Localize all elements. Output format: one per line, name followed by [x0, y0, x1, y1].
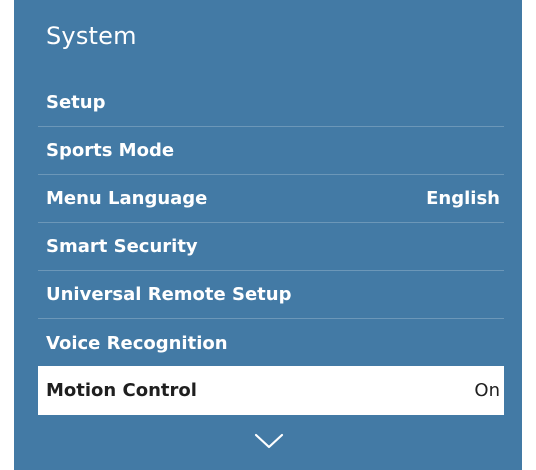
menu-item-label: Motion Control	[46, 380, 197, 401]
system-menu-panel: System Setup Sports Mode Menu Language E…	[14, 0, 522, 470]
menu-item-label: Universal Remote Setup	[46, 284, 292, 305]
menu-language-value: English	[426, 188, 500, 209]
menu-item-menu-language[interactable]: Menu Language English	[38, 175, 504, 223]
panel-title: System	[46, 22, 137, 50]
menu-item-label: Voice Recognition	[46, 332, 228, 354]
settings-menu: Setup Sports Mode Menu Language English …	[38, 79, 504, 415]
chevron-down-icon	[254, 433, 284, 449]
menu-item-universal-remote-setup[interactable]: Universal Remote Setup	[38, 271, 504, 319]
menu-item-label: Sports Mode	[46, 140, 175, 161]
menu-item-setup[interactable]: Setup	[38, 79, 504, 127]
scroll-down-button[interactable]	[254, 432, 284, 450]
motion-control-value: On	[474, 380, 500, 401]
menu-item-label: Menu Language	[46, 188, 208, 209]
menu-item-voice-recognition[interactable]: Voice Recognition	[38, 319, 504, 367]
menu-item-smart-security[interactable]: Smart Security	[38, 223, 504, 271]
menu-item-label: Smart Security	[46, 236, 198, 257]
menu-item-motion-control[interactable]: Motion Control On	[38, 366, 504, 415]
menu-item-label: Setup	[46, 92, 106, 113]
menu-item-sports-mode[interactable]: Sports Mode	[38, 127, 504, 175]
